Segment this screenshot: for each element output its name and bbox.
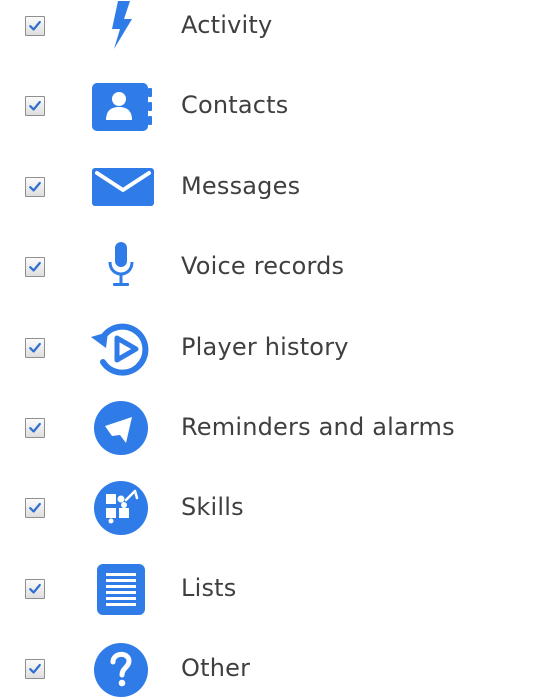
filter-label-voice-records: Voice records	[181, 252, 345, 280]
filter-row-contacts[interactable]: Contacts	[0, 73, 534, 137]
filter-row-reminders-and-alarms[interactable]: Reminders and alarms	[0, 395, 534, 459]
reminders-and-alarms-checkbox[interactable]	[25, 418, 45, 438]
question-mark-icon	[88, 638, 158, 698]
checkmark-icon	[29, 181, 41, 192]
filter-row-lists[interactable]: Lists	[0, 556, 534, 620]
checkmark-icon	[29, 422, 41, 433]
other-checkbox[interactable]	[25, 659, 45, 679]
lightning-bolt-icon	[88, 0, 158, 55]
checkmark-icon	[29, 100, 41, 111]
checkmark-icon	[29, 583, 41, 594]
skills-checkbox[interactable]	[25, 498, 45, 518]
filter-row-other[interactable]: Other	[0, 636, 534, 700]
filter-label-reminders-and-alarms: Reminders and alarms	[181, 413, 455, 441]
checkmark-icon	[29, 663, 41, 674]
checkmark-icon	[29, 502, 41, 513]
player-history-icon	[88, 317, 158, 377]
filter-row-messages[interactable]: Messages	[0, 154, 534, 218]
filter-label-activity: Activity	[181, 11, 273, 39]
filter-label-other: Other	[181, 654, 251, 682]
checkmark-icon	[29, 342, 41, 353]
checkmark-icon	[29, 20, 41, 31]
player-history-checkbox[interactable]	[25, 338, 45, 358]
microphone-icon	[88, 236, 158, 296]
skills-puzzle-icon	[88, 477, 158, 537]
envelope-icon	[88, 156, 158, 216]
filter-label-skills: Skills	[181, 493, 244, 521]
contacts-book-icon	[88, 75, 158, 135]
filter-row-skills[interactable]: Skills	[0, 475, 534, 539]
activity-checkbox[interactable]	[25, 16, 45, 36]
list-document-icon	[88, 558, 158, 618]
messages-checkbox[interactable]	[25, 177, 45, 197]
filter-label-contacts: Contacts	[181, 91, 289, 119]
filter-row-voice-records[interactable]: Voice records	[0, 234, 534, 298]
reminder-bell-icon	[88, 397, 158, 457]
voice-records-checkbox[interactable]	[25, 257, 45, 277]
lists-checkbox[interactable]	[25, 579, 45, 599]
filter-label-player-history: Player history	[181, 333, 349, 361]
filter-label-messages: Messages	[181, 172, 301, 200]
contacts-checkbox[interactable]	[25, 96, 45, 116]
filter-label-lists: Lists	[181, 574, 237, 602]
filter-row-player-history[interactable]: Player history	[0, 315, 534, 379]
history-filter-list: Activity Contacts Messages Voice records…	[0, 0, 534, 697]
checkmark-icon	[29, 261, 41, 272]
filter-row-activity[interactable]: Activity	[0, 0, 534, 57]
